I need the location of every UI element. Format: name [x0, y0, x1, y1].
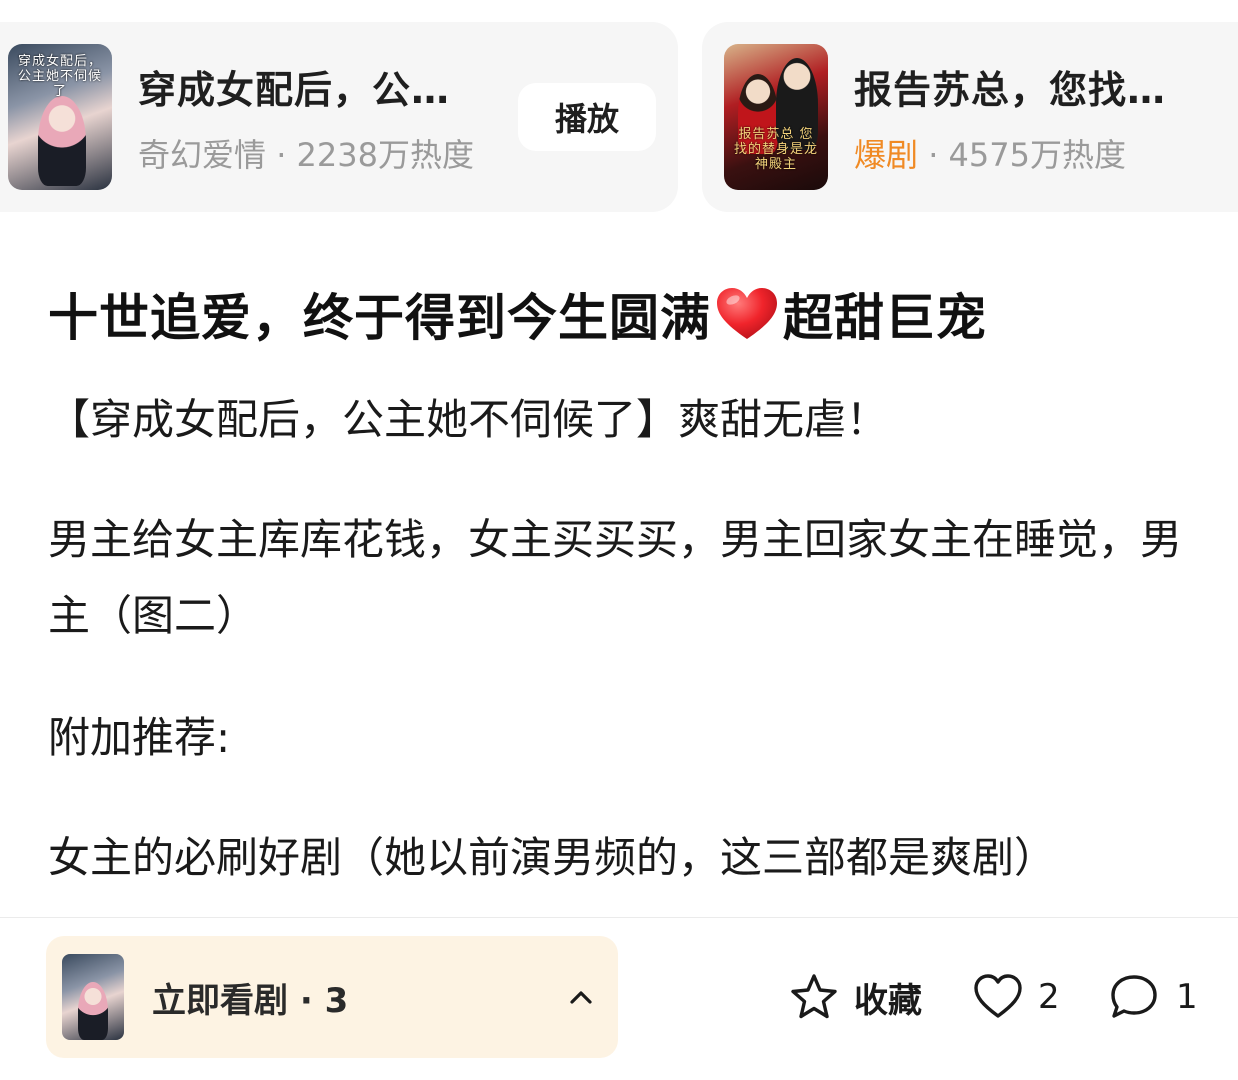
- post-title-part-2: 超甜巨宠: [783, 289, 987, 347]
- post-title-part-1: 十世追爱，终于得到今生圆满: [48, 289, 711, 347]
- favorite-label: 收藏: [854, 980, 922, 1021]
- poster-title-text: 穿成女配后，公主她不伺候了: [17, 54, 102, 99]
- post-detail-page: 穿成女配后，公主她不伺候了 穿成女配后，公… 奇幻爱情 · 2238万热度 播放…: [0, 0, 1238, 1080]
- heart-icon: [974, 974, 1022, 1018]
- post-paragraph-2: 男主给女主库库花钱，女主买买买，男主回家女主在睡觉，男主（图二）: [48, 515, 1183, 640]
- drama-poster-2: 报告苏总 您找的替身是龙神殿主: [724, 44, 828, 190]
- drama-title-1: 穿成女配后，公…: [138, 67, 451, 112]
- drama-heat-1: · 2238万热度: [266, 135, 474, 174]
- comment-count: 1: [1176, 977, 1198, 1017]
- like-count: 2: [1038, 977, 1060, 1017]
- chevron-up-icon[interactable]: [566, 982, 596, 1012]
- post-paragraph-4: 女主的必刷好剧（她以前演男频的，这三部都是爽剧）: [48, 833, 1057, 882]
- poster-figure: [38, 96, 86, 186]
- favorite-button[interactable]: 收藏: [788, 968, 922, 1026]
- drama-info-2: 报告苏总，您找… 爆剧 · 4575万热度: [854, 59, 1238, 176]
- drama-heat-2: · 4575万热度: [918, 135, 1126, 174]
- drama-info-1: 穿成女配后，公… 奇幻爱情 · 2238万热度: [138, 59, 518, 176]
- bottom-divider: [0, 917, 1238, 918]
- watch-now-bar[interactable]: 立即看剧 · 3: [46, 936, 618, 1058]
- star-icon: [791, 974, 837, 1019]
- post-paragraph-3: 附加推荐:: [48, 713, 231, 762]
- drama-meta-2: 爆剧 · 4575万热度: [854, 130, 1238, 176]
- comment-bubble-icon: [1111, 975, 1157, 1018]
- drama-card-1[interactable]: 穿成女配后，公主她不伺候了 穿成女配后，公… 奇幻爱情 · 2238万热度 播放: [0, 22, 678, 212]
- drama-title-2: 报告苏总，您找…: [854, 67, 1167, 112]
- post-title: 十世追爱，终于得到今生圆满 超甜巨宠: [48, 278, 987, 350]
- drama-card-2[interactable]: 报告苏总 您找的替身是龙神殿主 报告苏总，您找… 爆剧 · 4575万热度: [702, 22, 1238, 212]
- poster-title-text: 报告苏总 您找的替身是龙神殿主: [733, 127, 818, 172]
- drama-meta-1: 奇幻爱情 · 2238万热度: [138, 130, 518, 176]
- heart-emoji-icon: [717, 288, 777, 339]
- comment-button[interactable]: 1: [1108, 968, 1198, 1026]
- play-button[interactable]: 播放: [518, 83, 656, 151]
- drama-genre-2: 爆剧: [854, 135, 919, 174]
- drama-poster-1: 穿成女配后，公主她不伺候了: [8, 44, 112, 190]
- watch-now-label: 立即看剧 · 3: [152, 980, 349, 1021]
- post-paragraph-1: 【穿成女配后，公主她不伺候了】爽甜无虐！: [48, 395, 889, 444]
- drama-genre-1: 奇幻爱情: [138, 135, 267, 174]
- like-button[interactable]: 2: [972, 968, 1060, 1026]
- watch-poster-thumbnail: [62, 954, 124, 1040]
